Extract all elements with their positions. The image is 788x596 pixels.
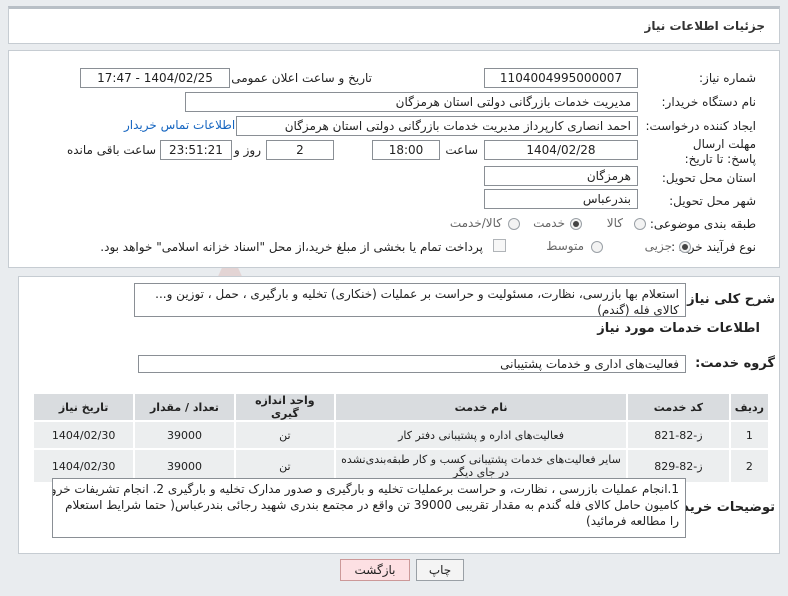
deadline-time-label: ساعت — [445, 143, 478, 157]
services-section-title: اطلاعات خدمات مورد نیاز — [597, 321, 760, 336]
col-header-need-date: تاریخ نیاز — [31, 392, 136, 422]
deadline-time-field: 18:00 — [372, 140, 440, 160]
category-label: طبقه بندی موضوعی: — [649, 217, 756, 231]
col-header-service-name: نام خدمت — [334, 392, 629, 422]
deadline-date-field: 1404/02/28 — [484, 140, 638, 160]
back-button[interactable]: بازگشت — [340, 559, 410, 581]
province-field: هرمزگان — [484, 166, 638, 186]
process-option-medium: متوسط — [546, 239, 584, 253]
announce-date-label: تاریخ و ساعت اعلان عمومی: — [227, 71, 372, 85]
buyer-notes-line-3: را مطالعه فرمائید) — [586, 514, 679, 528]
creator-label: ایجاد کننده درخواست: — [645, 119, 756, 133]
days-label: روز و — [234, 143, 261, 157]
process-radio-medium[interactable] — [591, 241, 603, 253]
buyer-contact-link[interactable]: اطلاعات تماس خریدار — [124, 118, 235, 132]
col-header-unit: واحد اندازه گیری — [233, 392, 337, 422]
buyer-notes-field: 1.انجام عملیات بازرسی ، نظارت، و حراست ب… — [52, 478, 686, 538]
service-group-field: فعالیت‌های اداری و خدمات پشتیبانی — [138, 355, 686, 373]
table-header-row: ردیف کد خدمت نام خدمت واحد اندازه گیری ت… — [31, 392, 771, 422]
announce-date-field: 1404/02/25 - 17:47 — [80, 68, 230, 88]
category-option-service: خدمت — [533, 216, 565, 230]
category-option-goods: کالا — [606, 216, 623, 230]
cell-quantity: 39000 — [133, 420, 236, 450]
page-header: جزئیات اطلاعات نیاز — [8, 6, 780, 44]
remaining-label: ساعت باقی مانده — [66, 143, 156, 157]
buyer-notes-line-1: 1.انجام عملیات بازرسی ، نظارت، و حراست ب… — [52, 482, 679, 496]
buyer-org-field: مدیریت خدمات بازرگانی دولتی استان هرمزگا… — [185, 92, 638, 112]
treasury-payment-checkbox[interactable] — [493, 239, 506, 252]
cell-unit: تن — [233, 420, 337, 450]
category-radio-goods-service[interactable] — [508, 218, 520, 230]
cell-service-name-line-1: سایر فعالیت‌های خدمات پشتیبانی کسب و کار… — [341, 453, 621, 466]
remaining-time-field: 23:51:21 — [160, 140, 232, 160]
cell-service-name: فعالیت‌های اداره و پشتیبانی دفتر کار — [334, 420, 629, 450]
city-field: بندرعباس — [484, 189, 638, 209]
buyer-org-label: نام دستگاه خریدار: — [661, 95, 757, 109]
need-number-label: شماره نیاز: — [699, 71, 756, 85]
service-group-label: گروه خدمت: — [695, 356, 775, 371]
col-header-row-number: ردیف — [728, 392, 771, 422]
category-option-goods-service: کالا/خدمت — [449, 216, 502, 230]
deadline-label: مهلت ارسال پاسخ: تا تاریخ: — [684, 137, 756, 166]
table-row: 1 ز-82-821 فعالیت‌های اداره و پشتیبانی د… — [31, 420, 771, 450]
col-header-service-code: کد خدمت — [626, 392, 731, 422]
col-header-quantity: تعداد / مقدار — [133, 392, 236, 422]
cell-row-number: 2 — [728, 448, 771, 484]
days-field: 2 — [266, 140, 334, 160]
summary-field: استعلام بها بازرسی، نظارت، مسئولیت و حرا… — [134, 283, 686, 317]
services-table: ردیف کد خدمت نام خدمت واحد اندازه گیری ت… — [31, 392, 771, 484]
summary-label: شرح کلی نیاز: — [681, 292, 775, 307]
category-radio-goods[interactable] — [634, 218, 646, 230]
cell-row-number: 1 — [728, 420, 771, 450]
city-label: شهر محل تحویل: — [669, 194, 756, 208]
summary-line-1: استعلام بها بازرسی، نظارت، مسئولیت و حرا… — [155, 287, 679, 301]
process-radio-minor[interactable] — [679, 241, 691, 253]
province-label: استان محل تحویل: — [661, 171, 756, 185]
treasury-payment-note: پرداخت تمام یا بخشی از مبلغ خرید،از محل … — [100, 240, 483, 254]
print-button[interactable]: چاپ — [416, 559, 464, 581]
page-title: جزئیات اطلاعات نیاز — [644, 19, 765, 33]
cell-service-code: ز-82-821 — [626, 420, 731, 450]
process-option-minor: جزیی — [644, 239, 672, 253]
buyer-notes-line-2: کامیون حامل کالای فله گندم به مقدار تقری… — [65, 498, 679, 512]
cell-need-date: 1404/02/30 — [31, 420, 136, 450]
category-radio-service[interactable] — [570, 218, 582, 230]
summary-line-2: کالای فله (گندم) — [597, 303, 679, 317]
need-number-field: 1104004995000007 — [484, 68, 638, 88]
creator-field: احمد انصاری کارپرداز مدیریت خدمات بازرگا… — [236, 116, 638, 136]
